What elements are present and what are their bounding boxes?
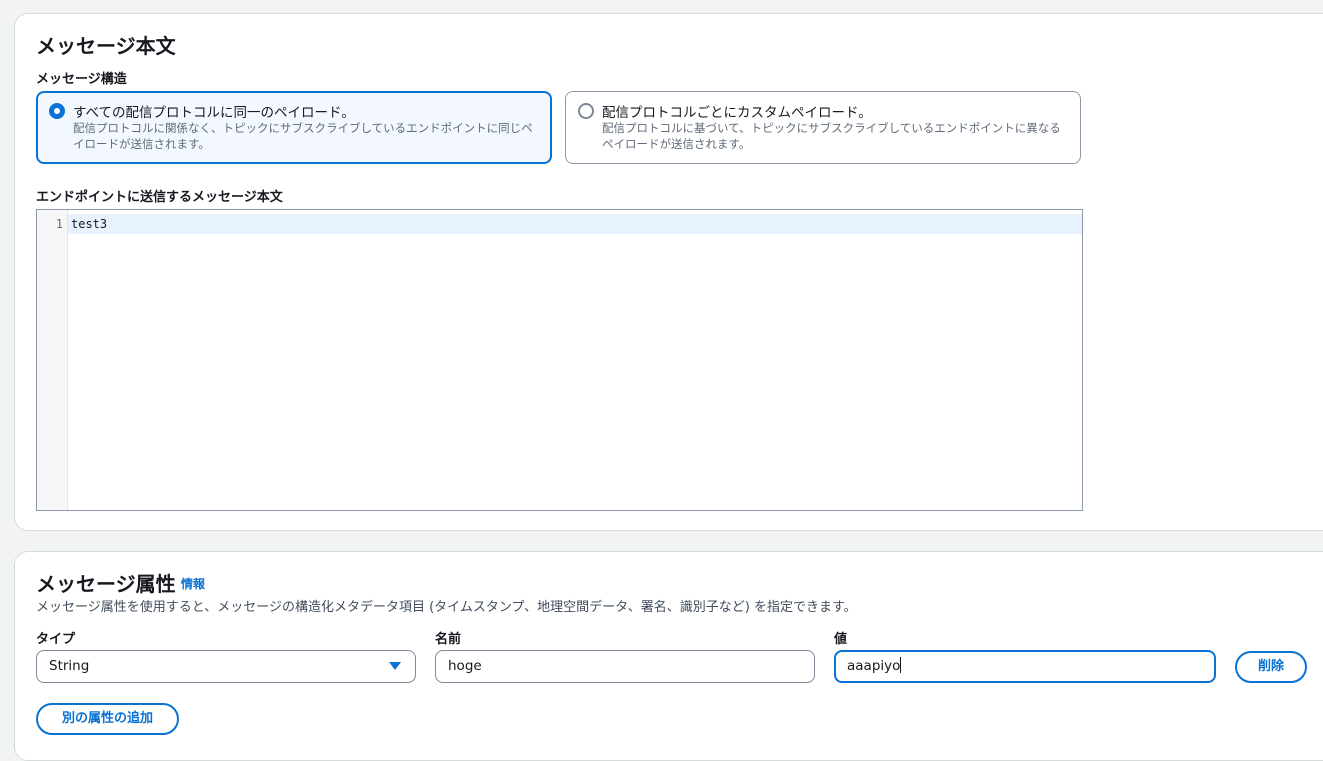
message-body-title: メッセージ本文 xyxy=(36,34,176,58)
name-label: 名前 xyxy=(435,632,462,647)
delete-attribute-button[interactable]: 削除 xyxy=(1235,651,1307,683)
message-body-editor[interactable]: 1 test3 xyxy=(36,209,1083,511)
radio-option-description: 配信プロトコルに基づいて、トピックにサブスクライブしているエンドポイントに異なる… xyxy=(602,121,1061,151)
radio-option-title: 配信プロトコルごとにカスタムペイロード。 xyxy=(602,105,872,121)
radio-selected-icon[interactable] xyxy=(49,103,65,119)
editor-gutter: 1 xyxy=(37,210,68,510)
radio-option-title: すべての配信プロトコルに同一のペイロード。 xyxy=(73,105,355,121)
attribute-type-select[interactable]: String xyxy=(36,650,416,683)
radio-option-same-payload[interactable]: すべての配信プロトコルに同一のペイロード。 配信プロトコルに関係なく、トピックに… xyxy=(36,91,552,164)
editor-code-line[interactable]: test3 xyxy=(71,217,107,231)
radio-option-custom-payload[interactable]: 配信プロトコルごとにカスタムペイロード。 配信プロトコルに基づいて、トピックにサ… xyxy=(565,91,1081,164)
message-editor-label: エンドポイントに送信するメッセージ本文 xyxy=(36,190,283,205)
message-attributes-panel: メッセージ属性 情報 メッセージ属性を使用すると、メッセージの構造化メタデータ項… xyxy=(14,551,1323,761)
attribute-name-input[interactable]: hoge xyxy=(435,650,815,683)
info-link[interactable]: 情報 xyxy=(181,575,205,592)
chevron-down-icon[interactable] xyxy=(389,662,401,670)
editor-active-line xyxy=(68,214,1082,234)
line-number: 1 xyxy=(55,217,63,231)
message-body-panel: メッセージ本文 メッセージ構造 すべての配信プロトコルに同一のペイロード。 配信… xyxy=(14,13,1323,531)
radio-option-description: 配信プロトコルに関係なく、トピックにサブスクライブしているエンドポイントに同じペ… xyxy=(73,121,533,151)
message-attributes-description: メッセージ属性を使用すると、メッセージの構造化メタデータ項目 (タイムスタンプ、… xyxy=(36,600,857,615)
message-structure-label: メッセージ構造 xyxy=(36,72,127,87)
attribute-type-value: String xyxy=(49,658,90,674)
message-attributes-title: メッセージ属性 xyxy=(36,572,176,596)
attribute-value-input[interactable]: aaapiyo xyxy=(834,650,1216,683)
type-label: タイプ xyxy=(36,632,76,647)
radio-unselected-icon[interactable] xyxy=(578,103,594,119)
value-label: 値 xyxy=(834,632,848,647)
attribute-value-text: aaapiyo xyxy=(847,658,901,674)
text-cursor xyxy=(900,657,902,673)
attribute-name-value: hoge xyxy=(448,658,482,674)
add-attribute-button[interactable]: 別の属性の追加 xyxy=(36,703,179,735)
